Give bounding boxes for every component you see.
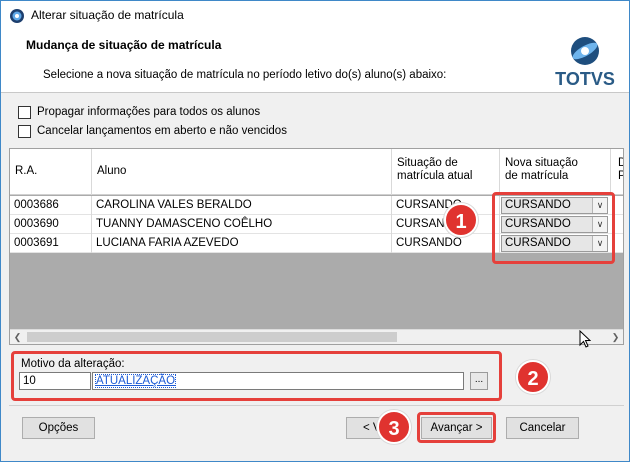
- col-header-nova-situacao[interactable]: Nova situação de matrícula: [500, 149, 611, 195]
- cancel-button[interactable]: Cancelar: [506, 417, 579, 439]
- totvs-logo-icon: [571, 37, 599, 65]
- highlight-box-3: [417, 412, 496, 443]
- col-header-aluno[interactable]: Aluno: [92, 149, 392, 195]
- header-separator: [1, 92, 629, 93]
- col-header-aluno-label: Aluno: [97, 165, 127, 177]
- page-subtitle: Selecione a nova situação de matrícula n…: [43, 69, 447, 81]
- cell-ra: 0003691: [10, 234, 92, 253]
- horizontal-scrollbar[interactable]: ❮ ❯: [10, 329, 623, 344]
- mouse-cursor-icon: [579, 330, 591, 348]
- propagate-checkbox[interactable]: [18, 105, 31, 119]
- grid-header: R.A. Aluno Situação de matrícula atual N…: [10, 149, 623, 195]
- options-button[interactable]: Opções: [22, 417, 95, 439]
- col-header-situacao-atual[interactable]: Situação de matrícula atual: [392, 149, 500, 195]
- col-header-extra-line2: P: [618, 170, 623, 183]
- dialog-window: Alterar situação de matrícula Mudança de…: [0, 0, 630, 462]
- cancel-launches-option[interactable]: Cancelar lançamentos em aberto e não ven…: [18, 123, 287, 139]
- cell-situacao-atual: CURSANDO: [392, 234, 500, 253]
- col-header-ra[interactable]: R.A.: [10, 149, 92, 195]
- highlight-box-2: [11, 351, 502, 401]
- col-header-extra[interactable]: D P: [611, 149, 623, 195]
- cell-ra: 0003686: [10, 196, 92, 215]
- annotation-badge-2: 2: [516, 360, 550, 394]
- cell-aluno: LUCIANA FARIA AZEVEDO: [92, 234, 392, 253]
- col-header-nova-situacao-line1: Nova situação: [505, 157, 578, 169]
- app-icon: [10, 9, 24, 23]
- col-header-ra-label: R.A.: [15, 165, 38, 177]
- cancel-launches-label: Cancelar lançamentos em aberto e não ven…: [37, 125, 287, 137]
- title-bar: Alterar situação de matrícula: [1, 1, 629, 29]
- footer-separator: [9, 405, 624, 406]
- page-title: Mudança de situação de matrícula: [26, 38, 222, 52]
- col-header-nova-situacao-line2: de matrícula: [505, 170, 569, 182]
- cell-aluno: CAROLINA VALES BERALDO: [92, 196, 392, 215]
- annotation-badge-1: 1: [444, 203, 478, 237]
- col-header-situacao-atual-line1: Situação de: [397, 157, 458, 169]
- totvs-logo: TOTVS: [554, 36, 616, 91]
- cancel-launches-checkbox[interactable]: [18, 124, 31, 138]
- propagate-option[interactable]: Propagar informações para todos os aluno…: [18, 104, 260, 120]
- scrollbar-thumb[interactable]: [27, 332, 397, 342]
- scroll-right-icon[interactable]: ❯: [608, 330, 623, 344]
- cell-ra: 0003690: [10, 215, 92, 234]
- wizard-header: Mudança de situação de matrícula Selecio…: [1, 29, 629, 92]
- propagate-label: Propagar informações para todos os aluno…: [37, 106, 261, 118]
- annotation-badge-3: 3: [377, 410, 411, 444]
- logo-text: TOTVS: [555, 69, 615, 89]
- window-title: Alterar situação de matrícula: [31, 8, 184, 22]
- cell-aluno: TUANNY DAMASCENO COÊLHO: [92, 215, 392, 234]
- col-header-extra-line1: D: [618, 157, 623, 170]
- scroll-left-icon[interactable]: ❮: [10, 330, 25, 344]
- col-header-situacao-atual-line2: matrícula atual: [397, 170, 473, 182]
- highlight-box-1: [492, 192, 615, 264]
